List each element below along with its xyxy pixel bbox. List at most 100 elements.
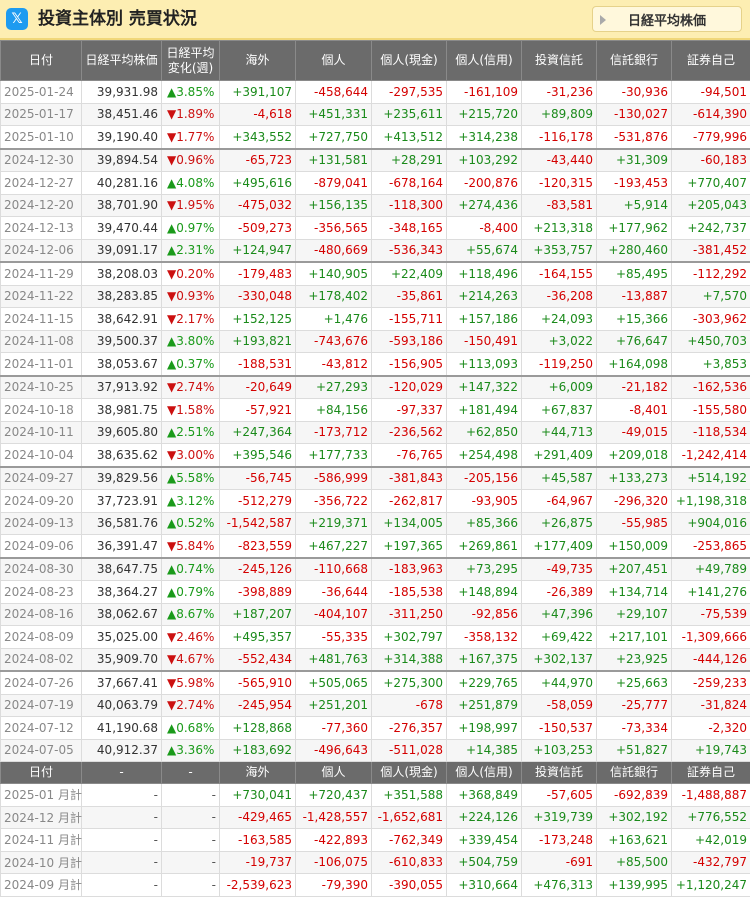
weekly-row: 2024-09-2037,723.91▲3.12%-512,279-356,72… [1, 490, 750, 513]
cell-trust-bank: -55,985 [597, 512, 672, 535]
cell-trust-bank: +217,101 [597, 626, 672, 649]
cell-individual-cash: -276,357 [372, 717, 447, 740]
cell-change: - [162, 806, 220, 829]
cell-nikkei: 36,391.47 [82, 535, 162, 558]
header-individual: 個人 [296, 762, 372, 784]
weekly-row: 2024-07-1241,190.68▲0.68%+128,868-77,360… [1, 717, 750, 740]
cell-individual-cash: +351,588 [372, 784, 447, 807]
monthly-row: 2024-11 月計---163,585-422,893-762,349+339… [1, 829, 750, 852]
cell-individual-margin: +157,186 [447, 308, 522, 331]
weekly-row: 2024-11-2238,283.85▼0.93%-330,048+178,40… [1, 285, 750, 308]
cell-individual-margin: -161,109 [447, 81, 522, 104]
header-trust-bank: 信託銀行 [597, 762, 672, 784]
cell-foreign: +193,821 [220, 330, 296, 353]
cell-change: ▼1.95% [162, 194, 220, 217]
cell-nikkei: 38,701.90 [82, 194, 162, 217]
cell-individual: -743,676 [296, 330, 372, 353]
cell-foreign: +495,357 [220, 626, 296, 649]
cell-securities-proprietary: +242,737 [672, 217, 750, 240]
cell-trust-bank: +177,962 [597, 217, 672, 240]
cell-nikkei: 39,605.80 [82, 421, 162, 444]
cell-investment-trust: -36,208 [522, 285, 597, 308]
cell-individual-margin: +254,498 [447, 444, 522, 467]
cell-individual: +84,156 [296, 399, 372, 422]
cell-change: ▲4.08% [162, 172, 220, 195]
cell-date: 2024-10 月計 [1, 851, 82, 874]
cell-nikkei: 35,909.70 [82, 648, 162, 671]
cell-individual-cash: +275,300 [372, 671, 447, 694]
header-nikkei: 日経平均株価 [82, 41, 162, 81]
cell-individual-margin: +198,997 [447, 717, 522, 740]
cell-securities-proprietary: -303,962 [672, 308, 750, 331]
cell-change: ▲3.85% [162, 81, 220, 104]
cell-individual: -36,644 [296, 581, 372, 604]
weekly-row: 2024-07-1940,063.79▼2.74%-245,954+251,20… [1, 694, 750, 717]
cell-change: ▼5.84% [162, 535, 220, 558]
weekly-row: 2024-12-1339,470.44▲0.97%-509,273-356,56… [1, 217, 750, 240]
monthly-row: 2024-12 月計---429,465-1,428,557-1,652,681… [1, 806, 750, 829]
cell-individual: -110,668 [296, 558, 372, 581]
cell-individual: -356,722 [296, 490, 372, 513]
header-securities-proprietary: 証券自己 [672, 41, 750, 81]
weekly-row: 2024-08-2338,364.27▲0.79%-398,889-36,644… [1, 581, 750, 604]
cell-investment-trust: -173,248 [522, 829, 597, 852]
cell-nikkei: 39,931.98 [82, 81, 162, 104]
cell-foreign: +152,125 [220, 308, 296, 331]
cell-individual: -586,999 [296, 467, 372, 490]
cell-date: 2024-10-18 [1, 399, 82, 422]
top-bar: 𝕏 投資主体別 売買状況 日経平均株価 [0, 0, 750, 40]
cell-individual-margin: -92,856 [447, 603, 522, 626]
cell-securities-proprietary: -614,390 [672, 103, 750, 126]
x-logo-icon[interactable]: 𝕏 [6, 8, 28, 30]
page-title: 投資主体別 売買状況 [38, 6, 197, 32]
cell-foreign: -565,910 [220, 671, 296, 694]
cell-date: 2024-08-16 [1, 603, 82, 626]
cell-securities-proprietary: +141,276 [672, 581, 750, 604]
cell-trust-bank: +5,914 [597, 194, 672, 217]
header-securities-proprietary: 証券自己 [672, 762, 750, 784]
nikkei-average-button[interactable]: 日経平均株価 [592, 6, 742, 32]
weekly-row: 2024-12-2038,701.90▼1.95%-475,032+156,13… [1, 194, 750, 217]
cell-foreign: -245,954 [220, 694, 296, 717]
cell-change: ▲0.97% [162, 217, 220, 240]
cell-trust-bank: +29,107 [597, 603, 672, 626]
cell-individual-margin: +274,436 [447, 194, 522, 217]
cell-trust-bank: -25,777 [597, 694, 672, 717]
cell-individual: -480,669 [296, 239, 372, 262]
cell-foreign: -475,032 [220, 194, 296, 217]
header-date: 日付 [1, 41, 82, 81]
cell-nikkei: 37,913.92 [82, 376, 162, 399]
cell-foreign: +128,868 [220, 717, 296, 740]
cell-date: 2024-12-20 [1, 194, 82, 217]
cell-individual: -422,893 [296, 829, 372, 852]
cell-investment-trust: +44,970 [522, 671, 597, 694]
cell-date: 2024-12 月計 [1, 806, 82, 829]
weekly-row: 2024-11-0138,053.67▲0.37%-188,531-43,812… [1, 353, 750, 376]
cell-securities-proprietary: -1,242,414 [672, 444, 750, 467]
cell-individual-margin: +148,894 [447, 581, 522, 604]
cell-foreign: -245,126 [220, 558, 296, 581]
cell-foreign: +730,041 [220, 784, 296, 807]
cell-individual-cash: -678,164 [372, 172, 447, 195]
cell-foreign: -188,531 [220, 353, 296, 376]
cell-date: 2024-12-30 [1, 149, 82, 172]
cell-individual: +505,065 [296, 671, 372, 694]
cell-individual-cash: -511,028 [372, 739, 447, 762]
monthly-row: 2024-09 月計---2,539,623-79,390-390,055+31… [1, 874, 750, 897]
weekly-row: 2025-01-2439,931.98▲3.85%+391,107-458,64… [1, 81, 750, 104]
cell-individual: +727,750 [296, 126, 372, 149]
weekly-row: 2024-08-1638,062.67▲8.67%+187,207-404,10… [1, 603, 750, 626]
cell-securities-proprietary: +776,552 [672, 806, 750, 829]
cell-individual-margin: +147,322 [447, 376, 522, 399]
cell-securities-proprietary: +770,407 [672, 172, 750, 195]
cell-foreign: -1,542,587 [220, 512, 296, 535]
cell-trust-bank: -531,876 [597, 126, 672, 149]
cell-date: 2024-11-08 [1, 330, 82, 353]
cell-change: ▼4.67% [162, 648, 220, 671]
cell-individual-margin: +113,093 [447, 353, 522, 376]
cell-nikkei: - [82, 874, 162, 897]
cell-foreign: -65,723 [220, 149, 296, 172]
cell-trust-bank: -30,936 [597, 81, 672, 104]
cell-nikkei: 38,062.67 [82, 603, 162, 626]
cell-foreign: -429,465 [220, 806, 296, 829]
